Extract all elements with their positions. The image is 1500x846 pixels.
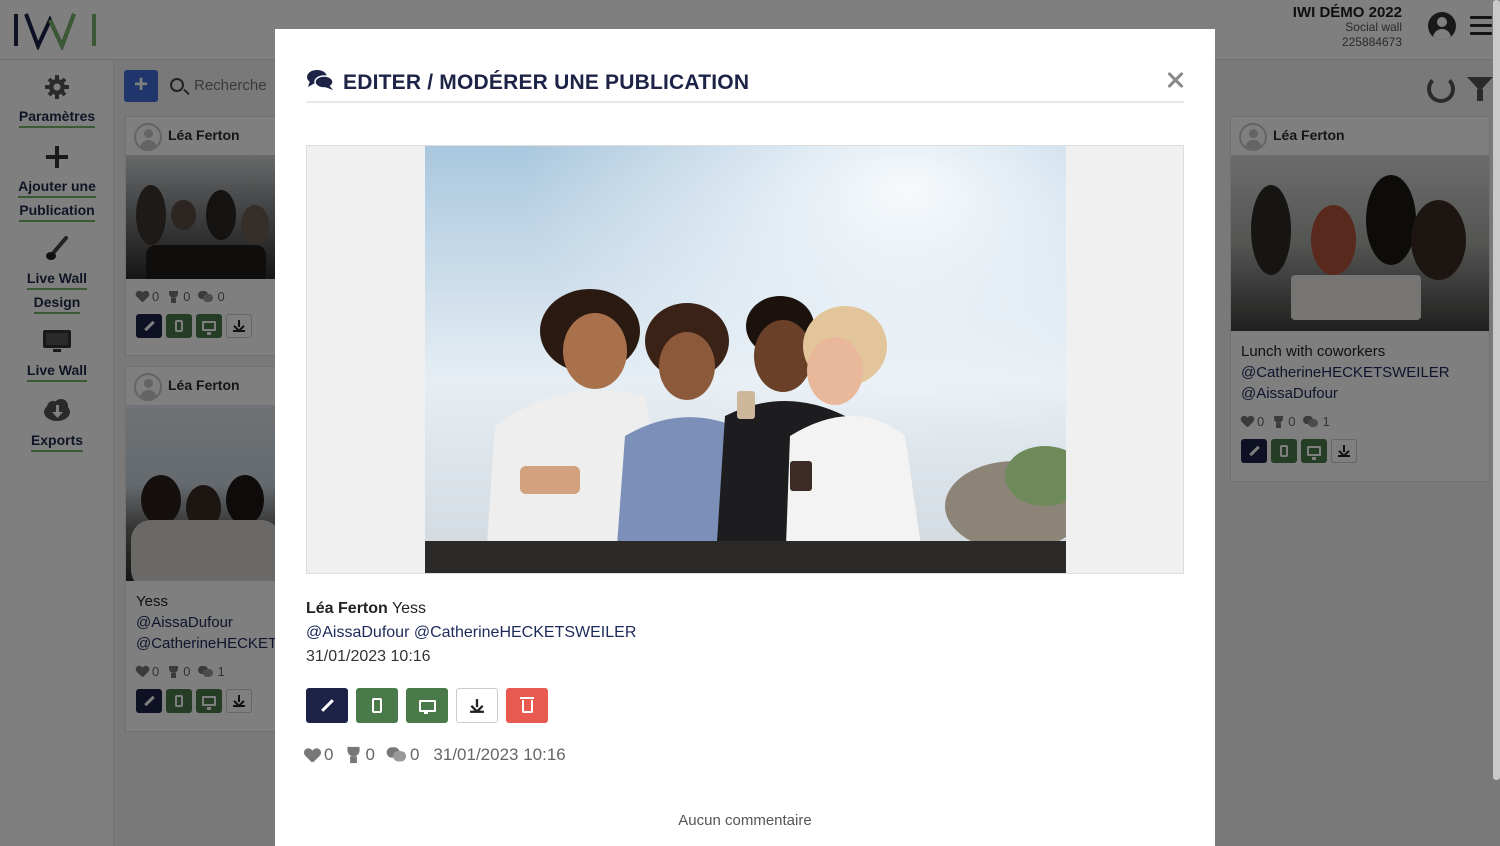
trash-icon	[519, 697, 534, 713]
page-scrollbar[interactable]	[1493, 0, 1500, 780]
modal-stats: 0 0 0 31/01/2023 10:16	[306, 745, 566, 765]
download-icon	[470, 698, 484, 713]
heart-icon[interactable]	[304, 748, 320, 762]
modal-action-buttons	[306, 688, 548, 723]
comments-icon	[307, 70, 334, 90]
stats-date: 31/01/2023 10:16	[433, 745, 566, 764]
modal-title: EDITER / MODÉRER UNE PUBLICATION	[343, 71, 750, 94]
friends-photo-illustration	[425, 146, 1066, 573]
edit-publication-modal: EDITER / MODÉRER UNE PUBLICATION Léa Fer…	[275, 29, 1215, 846]
post-content: Léa Ferton Yess @AissaDufour @CatherineH…	[306, 597, 636, 669]
comments-icon[interactable]	[386, 747, 408, 763]
trophy-count: 0	[365, 745, 375, 764]
close-icon[interactable]	[1166, 71, 1184, 89]
post-text: Yess	[391, 600, 427, 617]
trophy-icon[interactable]	[345, 746, 363, 764]
post-mentions[interactable]: @AissaDufour @CatherineHECKETSWEILER	[306, 621, 636, 645]
publication-photo[interactable]	[425, 146, 1066, 573]
monitor-icon	[418, 699, 436, 714]
mobile-icon	[372, 698, 382, 713]
modal-header: EDITER / MODÉRER UNE PUBLICATION	[306, 65, 1184, 103]
post-date: 31/01/2023 10:16	[306, 648, 431, 665]
edit-button[interactable]	[306, 688, 348, 723]
delete-button[interactable]	[506, 688, 548, 723]
post-author: Léa Ferton	[306, 600, 388, 617]
like-count: 0	[324, 745, 334, 764]
download-button[interactable]	[456, 688, 498, 723]
pencil-icon	[320, 699, 334, 712]
wall-display-button[interactable]	[406, 688, 448, 723]
mobile-display-button[interactable]	[356, 688, 398, 723]
no-comment-message: Aucun commentaire	[678, 812, 812, 829]
media-preview	[306, 145, 1184, 574]
comment-count: 0	[409, 745, 420, 764]
